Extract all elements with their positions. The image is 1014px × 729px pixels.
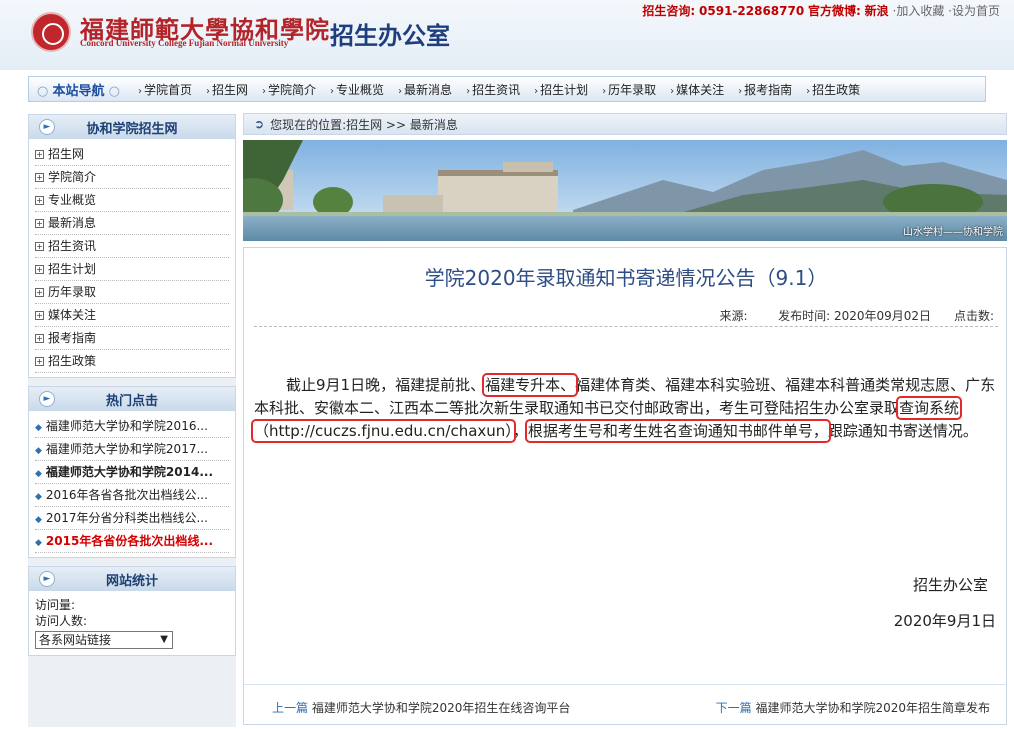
article-divider xyxy=(254,326,998,327)
highlight-box: 根据考生号和考生姓名查询通知书邮件单号， xyxy=(524,419,831,443)
hot-link[interactable]: ◆ 福建师范大学协和学院2016... xyxy=(35,415,229,438)
hot-link[interactable]: ◆ 2017年分省分科类出档线公... xyxy=(35,507,229,530)
article-panel: 学院2020年录取通知书寄递情况公告（9.1） 来源: 发布时间: 2020年0… xyxy=(243,247,1007,725)
sidebar-link-info[interactable]: + 招生资讯 xyxy=(35,235,229,258)
set-homepage-link[interactable]: ·设为首页 xyxy=(948,4,1000,18)
sidebar-link-plan[interactable]: + 招生计划 xyxy=(35,258,229,281)
breadcrumb-path[interactable]: 招生网 >> 最新消息 xyxy=(346,116,458,133)
department-links-select[interactable]: 各系网站链接 ▼ xyxy=(35,631,173,649)
nav-item-majors[interactable]: › 专业概览 xyxy=(330,81,384,98)
nav-item-news[interactable]: › 最新消息 xyxy=(398,81,452,98)
breadcrumb-prefix: 您现在的位置: xyxy=(270,117,347,132)
arrow-circle-icon: ► xyxy=(39,391,55,407)
stats-header: ► 网站统计 xyxy=(29,567,235,591)
nav-title: ○ 本站导航 ○ xyxy=(37,83,120,99)
college-seal-logo xyxy=(31,12,71,52)
plus-icon: + xyxy=(35,242,44,251)
diamond-icon: ◆ xyxy=(35,538,42,548)
article-title: 学院2020年录取通知书寄递情况公告（9.1） xyxy=(424,266,828,290)
arrow-circle-icon: ► xyxy=(39,571,55,587)
plus-icon: + xyxy=(35,265,44,274)
diamond-icon: ◆ xyxy=(35,469,42,479)
nav-item-info[interactable]: › 招生资讯 xyxy=(466,81,520,98)
plus-icon: + xyxy=(35,334,44,343)
weibo-label: 官方微博: xyxy=(808,4,861,18)
click-count-label: 点击数: xyxy=(953,309,994,323)
plus-icon: + xyxy=(35,219,44,228)
signature-date: 2020年9月1日 xyxy=(893,612,996,630)
diamond-icon: ◆ xyxy=(35,492,42,502)
date-label: 发布时间: xyxy=(778,309,831,323)
nav-item-admissions[interactable]: › 招生网 xyxy=(206,81,248,98)
breadcrumb: ➲ 您现在的位置: 招生网 >> 最新消息 xyxy=(243,113,1007,135)
nav-item-history[interactable]: › 历年录取 xyxy=(602,81,656,98)
sidebar-link-about[interactable]: + 学院简介 xyxy=(35,166,229,189)
hot-link[interactable]: ◆ 福建师范大学协和学院2017... xyxy=(35,438,229,461)
plus-icon: + xyxy=(35,288,44,297)
sidebar-link-guide[interactable]: + 报考指南 xyxy=(35,327,229,350)
campus-landscape-picture xyxy=(243,140,1007,241)
nav-item-policy[interactable]: › 招生政策 xyxy=(806,81,860,98)
hotline-number: 0591-22868770 xyxy=(699,4,805,18)
sidebar-link-history[interactable]: + 历年录取 xyxy=(35,281,229,304)
nav-item-home[interactable]: › 学院首页 xyxy=(138,81,192,98)
main-nav: ○ 本站导航 ○ › 学院首页 › 招生网 › 学院简介 › 专业概览 › 最新消息 › 招… xyxy=(28,76,986,102)
sidebar: ► 协和学院招生网 + 招生网 + 学院简介 + 专业概览 + 最新消息 + 招生资讯 +… xyxy=(28,114,236,727)
hot-link[interactable]: ◆ 福建师范大学协和学院2014... xyxy=(35,461,229,484)
dropdown-caret-icon: ▼ xyxy=(160,634,168,645)
hotline-label: 招生咨询: xyxy=(642,4,696,18)
diamond-icon: ◆ xyxy=(35,423,42,433)
office-title: 招生办公室 xyxy=(330,22,450,50)
highlight-box: 福建专升本、 xyxy=(482,373,579,397)
nav-item-about[interactable]: › 学院简介 xyxy=(262,81,316,98)
prev-article-link[interactable]: 上一篇 福建师范大学协和学院2020年招生在线咨询平台 xyxy=(272,699,570,716)
hot-clicks-box: ► 热门点击 ◆ 福建师范大学协和学院2016... ◆ 福建师范大学协和学院201… xyxy=(28,386,236,558)
campus-banner-image: 山水学村——协和学院 xyxy=(243,140,1007,241)
next-article-link[interactable]: 下一篇 福建师范大学协和学院2020年招生简章发布 xyxy=(716,699,990,716)
top-links: 招生咨询: 0591-22868770 官方微博: 新浪 ·加入收藏 ·设为首页 xyxy=(642,2,1000,19)
hot-link[interactable]: ◆ 2016年各省各批次出档线公... xyxy=(35,484,229,507)
plus-icon: + xyxy=(35,150,44,159)
add-favorite-link[interactable]: ·加入收藏 xyxy=(893,4,945,18)
weibo-link[interactable]: 新浪 xyxy=(865,4,889,18)
plus-icon: + xyxy=(35,311,44,320)
logo-english-name: Concord University College Fujian Normal… xyxy=(80,38,289,48)
plus-icon: + xyxy=(35,173,44,182)
hot-link[interactable]: ◆ 2015年各省份各批次出档线... xyxy=(35,530,229,553)
arrow-circle-icon: ► xyxy=(39,119,55,135)
sidebar-link-majors[interactable]: + 专业概览 xyxy=(35,189,229,212)
sidebar-link-news[interactable]: + 最新消息 xyxy=(35,212,229,235)
nav-item-guide[interactable]: › 报考指南 xyxy=(738,81,792,98)
nav-item-media[interactable]: › 媒体关注 xyxy=(670,81,724,98)
sidebar-link-admissions[interactable]: + 招生网 xyxy=(35,143,229,166)
stats-box: ► 网站统计 访问量: 访问人数: 各系网站链接 ▼ xyxy=(28,566,236,656)
signature-office: 招生办公室 xyxy=(912,576,988,594)
diamond-icon: ◆ xyxy=(35,446,42,456)
site-links-box: ► 协和学院招生网 + 招生网 + 学院简介 + 专业概览 + 最新消息 + 招生资讯 +… xyxy=(28,114,236,378)
source-label: 来源: xyxy=(719,309,748,323)
article-meta: 来源: 发布时间: 2020年09月02日 点击数: xyxy=(720,307,994,324)
plus-icon: + xyxy=(35,196,44,205)
sidebar-link-policy[interactable]: + 招生政策 xyxy=(35,350,229,373)
publish-date: 2020年09月02日 xyxy=(833,309,932,323)
site-header: 福建師範大學協和學院 Concord University College Fu… xyxy=(0,0,1014,70)
article-body: 截止9月1日晚，福建提前批、福建专升本、福建体育类、福建本科实验班、福建本科普通… xyxy=(250,373,996,443)
visits-label: 访问量: xyxy=(35,598,76,612)
site-links-header: ► 协和学院招生网 xyxy=(29,115,235,139)
hot-clicks-header: ► 热门点击 xyxy=(29,387,235,411)
sidebar-link-media[interactable]: + 媒体关注 xyxy=(35,304,229,327)
banner-caption: 山水学村——协和学院 xyxy=(903,227,1003,238)
visitors-label: 访问人数: xyxy=(35,614,88,628)
article-pager: 上一篇 福建师范大学协和学院2020年招生在线咨询平台 下一篇 福建师范大学协和… xyxy=(244,684,1006,724)
nav-item-plan[interactable]: › 招生计划 xyxy=(534,81,588,98)
plus-icon: + xyxy=(35,357,44,366)
diamond-icon: ◆ xyxy=(35,515,42,525)
location-arrow-icon: ➲ xyxy=(254,117,265,131)
